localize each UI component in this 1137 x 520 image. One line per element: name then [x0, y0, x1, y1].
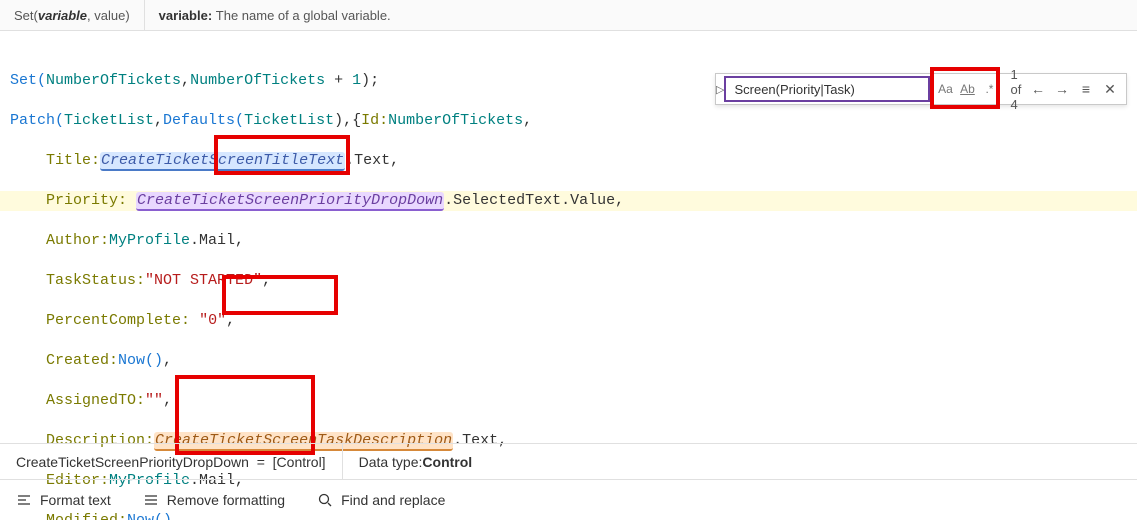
code-line: Title:CreateTicketScreenTitleText.Text,	[10, 151, 1127, 171]
find-close-button[interactable]: ✕	[1102, 81, 1118, 98]
find-in-selection-button[interactable]: ≡	[1078, 81, 1094, 97]
code-line: Author:MyProfile.Mail,	[10, 231, 1127, 251]
find-replace-bar: ▷ Aa Ab .* 1 of 4 ← → ≡ ✕	[715, 73, 1127, 105]
code-line: AssignedTO:"",	[10, 391, 1127, 411]
code-line: PercentComplete: "0",	[10, 311, 1127, 331]
code-line: TaskStatus:"NOT STARTED",	[10, 271, 1127, 291]
code-line: Patch(TicketList,Defaults(TicketList),{I…	[10, 111, 1127, 131]
code-line: Created:Now(),	[10, 351, 1127, 371]
param-description: variable: The name of a global variable.	[145, 0, 405, 30]
find-options: Aa Ab .*	[932, 82, 1002, 96]
match-case-toggle[interactable]: Aa	[936, 82, 954, 96]
regex-toggle[interactable]: .*	[980, 82, 998, 96]
whole-word-toggle[interactable]: Ab	[958, 82, 976, 96]
status-datatype: Data type: Control	[343, 444, 489, 480]
find-input-wrapper[interactable]	[724, 76, 930, 102]
format-text-button[interactable]: Format text	[0, 492, 127, 508]
remove-formatting-icon	[143, 492, 159, 508]
search-icon	[317, 492, 333, 508]
find-result-count: 1 of 4	[1002, 67, 1030, 112]
remove-formatting-button[interactable]: Remove formatting	[127, 492, 301, 508]
code-line-highlighted: Priority: CreateTicketScreenPriorityDrop…	[0, 191, 1137, 211]
find-input[interactable]	[732, 81, 922, 98]
status-bar: CreateTicketScreenPriorityDropDown = [Co…	[0, 443, 1137, 480]
function-signature: Set(variable, value)	[0, 0, 145, 30]
find-expand-toggle[interactable]: ▷	[716, 83, 724, 96]
intellisense-bar: Set(variable, value) variable: The name …	[0, 0, 1137, 31]
status-identifier: CreateTicketScreenPriorityDropDown = [Co…	[0, 444, 343, 480]
find-prev-button[interactable]: ←	[1030, 81, 1046, 97]
find-replace-button[interactable]: Find and replace	[301, 492, 461, 508]
editor-toolbar: Format text Remove formatting Find and r…	[0, 479, 1137, 520]
find-next-button[interactable]: →	[1054, 81, 1070, 97]
format-text-icon	[16, 492, 32, 508]
